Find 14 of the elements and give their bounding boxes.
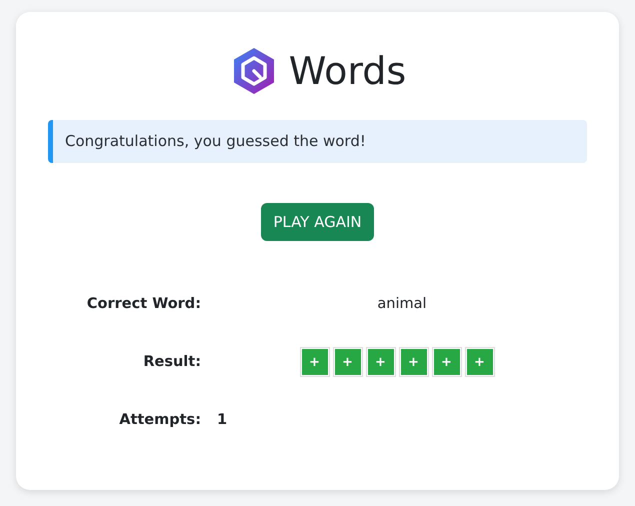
row-label: Result: (142, 353, 201, 372)
result-tile: + (466, 348, 494, 376)
success-alert: Congratulations, you guessed the word! (48, 120, 587, 163)
play-again-button[interactable]: PLAY AGAIN (261, 203, 374, 241)
result-tile: + (334, 348, 362, 376)
row-label: Attempts: (118, 411, 201, 430)
attempts-value: 1 (217, 412, 228, 428)
row-label: Correct Word: (86, 295, 201, 314)
result-tile: + (400, 348, 428, 376)
correct-word-value: animal (377, 296, 427, 312)
result-tile: + (432, 348, 460, 376)
result-tile: + (300, 348, 328, 376)
result-tile: + (366, 348, 394, 376)
app-title: Words (288, 49, 406, 93)
